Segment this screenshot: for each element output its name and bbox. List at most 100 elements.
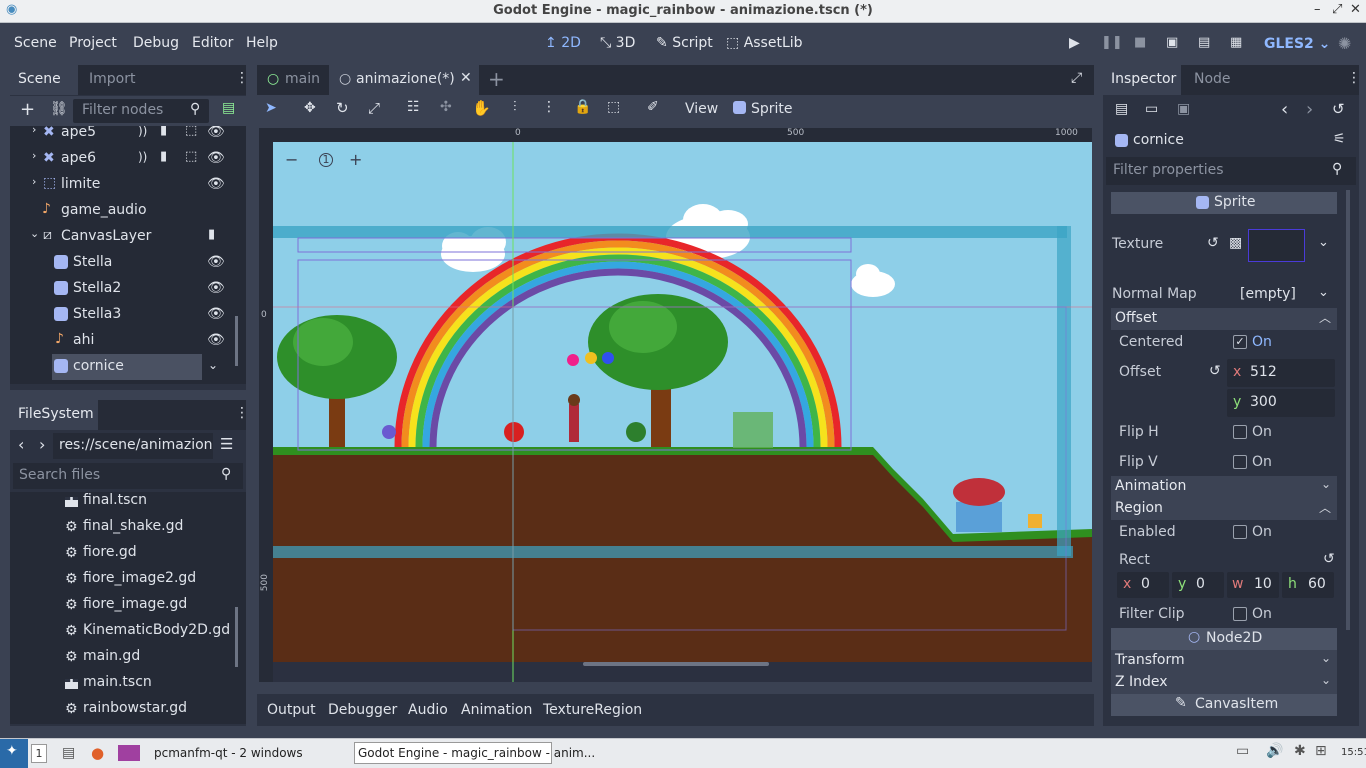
revert-icon[interactable]: ↺: [1323, 551, 1335, 567]
bone-icon[interactable]: ✐: [647, 99, 659, 115]
canvas-viewport[interactable]: 0 500 1000 0 500 − 1 +: [259, 128, 1092, 682]
file-final-shake-gd[interactable]: ⚙ final_shake.gd: [10, 515, 240, 541]
pivot-icon[interactable]: ✣: [440, 99, 452, 115]
menu-project[interactable]: Project: [69, 35, 117, 51]
visibility-eye-icon[interactable]: 👁: [207, 280, 225, 296]
mode-3d-button[interactable]: ⤡ 3D: [600, 35, 635, 51]
offset-y-field[interactable]: y 300: [1227, 389, 1335, 417]
section-region[interactable]: Region ︿: [1111, 498, 1337, 520]
tree-node-game-audio[interactable]: ♪ game_audio: [10, 198, 240, 224]
select-tool-icon[interactable]: ➤: [265, 100, 277, 116]
region-enabled-checkbox[interactable]: [1233, 525, 1247, 539]
close-tab-icon[interactable]: ✕: [460, 70, 472, 86]
tab-main[interactable]: ○ main: [257, 65, 327, 95]
menu-debug[interactable]: Debug: [133, 35, 179, 51]
file-main-gd[interactable]: ⚙ main.gd: [10, 645, 240, 671]
rect-w-field[interactable]: w 10: [1227, 572, 1279, 598]
flip-h-checkbox[interactable]: [1233, 425, 1247, 439]
list-select-icon[interactable]: ☷: [407, 99, 420, 115]
visibility-eye-icon[interactable]: 👁: [207, 150, 225, 166]
tab-output[interactable]: Output: [267, 702, 316, 718]
visibility-eye-icon[interactable]: 👁: [207, 254, 225, 270]
rotate-tool-icon[interactable]: ↻: [336, 99, 349, 117]
snap-options-icon[interactable]: ⋮: [542, 99, 556, 115]
inspector-scrollbar[interactable]: [1346, 190, 1350, 630]
move-tool-icon[interactable]: ✥: [304, 100, 316, 116]
dock-menu-icon[interactable]: ⋮: [235, 405, 249, 421]
view-menu[interactable]: View: [685, 101, 718, 117]
visibility-eye-icon[interactable]: 👁: [207, 176, 225, 192]
tree-node-stella2[interactable]: Stella2 👁: [10, 276, 240, 302]
script-icon[interactable]: ▮: [160, 149, 167, 164]
save-icon[interactable]: ▣: [1177, 101, 1190, 117]
tree-node-limite[interactable]: › ⬚ limite 👁: [10, 172, 240, 198]
revert-icon[interactable]: ↺: [1209, 363, 1221, 379]
group-icon[interactable]: ⬚: [185, 149, 197, 164]
volume-icon[interactable]: 🔊: [1266, 743, 1283, 759]
history-forward-icon[interactable]: ›: [1306, 99, 1313, 120]
play-custom-icon[interactable]: ▤: [1198, 35, 1210, 50]
mode-2d-button[interactable]: ↥ 2D: [545, 35, 581, 51]
tab-inspector[interactable]: Inspector: [1111, 71, 1176, 87]
visibility-eye-icon[interactable]: 👁: [207, 126, 225, 140]
movie-icon[interactable]: ▦: [1230, 35, 1242, 50]
visibility-eye-icon[interactable]: 👁: [207, 332, 225, 348]
file-main-tscn[interactable]: main.tscn: [10, 671, 240, 697]
search-files-input[interactable]: Search files ⚲: [13, 463, 243, 489]
tab-animazione[interactable]: ○ animazione(*) ✕: [329, 65, 479, 95]
tab-audio[interactable]: Audio: [408, 702, 448, 718]
centered-checkbox[interactable]: ✓: [1233, 335, 1247, 349]
attach-script-icon[interactable]: ▤: [222, 100, 235, 116]
path-input[interactable]: res://scene/animazion: [53, 433, 213, 459]
maximize-button[interactable]: ⤢: [1332, 2, 1342, 17]
tab-node[interactable]: Node: [1194, 71, 1231, 87]
offset-x-field[interactable]: x 512: [1227, 359, 1335, 387]
signal-icon[interactable]: )): [138, 150, 147, 164]
back-icon[interactable]: ‹: [18, 435, 24, 454]
file-rainbowstar-gd[interactable]: ⚙ rainbowstar.gd: [10, 697, 240, 723]
open-folder-icon[interactable]: ▭: [1145, 101, 1158, 117]
history-back-icon[interactable]: ‹: [1281, 99, 1288, 120]
scale-tool-icon[interactable]: ⤢: [368, 99, 380, 117]
rect-y-field[interactable]: y 0: [1172, 572, 1224, 598]
chevron-down-icon[interactable]: ⌄: [1318, 235, 1329, 250]
normal-map-value[interactable]: [empty]: [1240, 286, 1296, 302]
filter-clip-checkbox[interactable]: [1233, 607, 1247, 621]
visibility-toggle-icon[interactable]: ⌄: [208, 358, 218, 372]
mode-assetlib-button[interactable]: ⬚ AssetLib: [726, 35, 803, 51]
filter-nodes-input[interactable]: Filter nodes ⚲: [73, 99, 209, 123]
tree-node-ape5[interactable]: › ✖ ape5 )) ▮ ⬚ 👁: [10, 126, 240, 146]
tab-scene[interactable]: Scene: [18, 71, 61, 87]
file-list-scrollbar[interactable]: [235, 607, 238, 667]
bluetooth-icon[interactable]: ✱: [1294, 743, 1306, 759]
texture-preview[interactable]: [1248, 229, 1305, 262]
section-transform[interactable]: Transform ⌄: [1111, 650, 1337, 672]
section-animation[interactable]: Animation ⌄: [1111, 476, 1337, 498]
tree-node-ape6[interactable]: › ✖ ape6 )) ▮ ⬚ 👁: [10, 146, 240, 172]
tab-import[interactable]: Import: [89, 71, 135, 87]
file-fiore-image-gd[interactable]: ⚙ fiore_image.gd: [10, 593, 240, 619]
dock-menu-icon[interactable]: ⋮: [1347, 70, 1361, 86]
tab-filesystem[interactable]: FileSystem: [18, 406, 94, 422]
section-z-index[interactable]: Z Index ⌄: [1111, 672, 1337, 694]
chevron-down-icon[interactable]: ⌄: [1318, 285, 1329, 300]
drive-icon[interactable]: ▭: [1236, 743, 1249, 759]
menu-help[interactable]: Help: [246, 35, 278, 51]
tree-node-stella[interactable]: Stella 👁: [10, 250, 240, 276]
forward-icon[interactable]: ›: [39, 435, 45, 454]
add-node-icon[interactable]: +: [20, 99, 35, 120]
zoom-reset-button[interactable]: 1: [319, 153, 333, 167]
script-icon[interactable]: ▮: [160, 126, 167, 138]
dock-menu-icon[interactable]: ⋮: [235, 70, 249, 86]
flip-v-checkbox[interactable]: [1233, 455, 1247, 469]
scene-tree-scrollbar[interactable]: [235, 316, 238, 366]
network-icon[interactable]: ⊞: [1315, 743, 1327, 759]
group-icon[interactable]: ⬚: [185, 126, 197, 138]
revert-icon[interactable]: ↺: [1207, 235, 1219, 251]
close-window-button[interactable]: ✕: [1350, 2, 1361, 17]
tree-node-cornice-selected[interactable]: cornice: [52, 354, 202, 380]
rect-h-field[interactable]: h 60: [1282, 572, 1334, 598]
file-manager-icon[interactable]: ▤: [62, 745, 75, 761]
file-fiore-gd[interactable]: ⚙ fiore.gd: [10, 541, 240, 567]
mode-script-button[interactable]: ✎ Script: [656, 35, 713, 51]
